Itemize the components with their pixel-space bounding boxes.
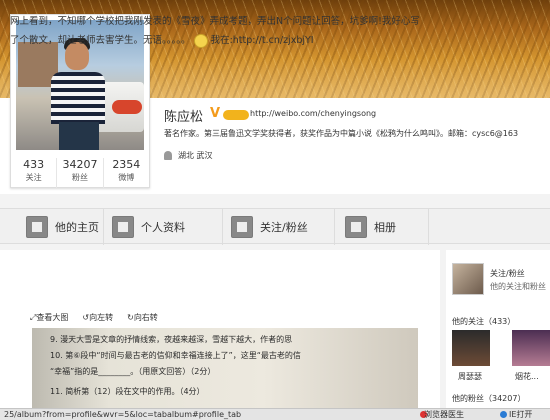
friend-name-2[interactable]: 烟花... [515,371,539,382]
stat-following-count[interactable]: 433 [11,158,56,172]
avatar-background-lifebuoy [112,100,142,114]
post-link-prefix: 我在: [210,35,233,46]
verified-v-icon[interactable]: V [210,106,220,121]
friend-avatar-1[interactable] [452,330,490,366]
stat-posts-label[interactable]: 微博 [104,172,149,184]
post-link[interactable]: http://t.cn/zjxbjYI [233,35,314,46]
stat-following[interactable]: 433 关注 [11,158,56,188]
stat-fans-label[interactable]: 粉丝 [57,172,102,184]
camera-icon [345,216,367,238]
exam-line-4: 11. 简析第（12）段在文中的作用。（4分） [50,387,205,396]
home-icon [26,216,48,238]
tab-profile-label: 个人资料 [141,221,185,234]
rotate-right-button[interactable]: ↻向右转 [127,312,158,323]
emoji-icon [193,33,208,48]
tab-album[interactable]: 相册 [335,209,429,245]
profile-location: 湖北 武汉 [164,150,213,161]
follow-icon [231,216,253,238]
post-image[interactable]: 9. 漫天大雪是文章的抒情线索，夜越来越深，雪越下越大，作者的思 10. 第⑥段… [32,328,418,408]
location-text: 湖北 武汉 [178,151,213,160]
fans-heading[interactable]: 他的粉丝（34207） [452,393,525,404]
rotate-left-label: 向左转 [89,312,114,322]
rotate-right-icon: ↻ [127,312,134,322]
rotate-left-button[interactable]: ↺向左转 [82,312,113,323]
stat-posts-count[interactable]: 2354 [104,158,149,172]
following-heading[interactable]: 他的关注（433） [452,316,515,327]
person-icon [112,216,134,238]
friend-name-1[interactable]: 周瑟瑟 [458,371,482,382]
profile-bio: 著名作家。第三届鲁迅文学奖获得者，获奖作品为中篇小说《松鸦为什么鸣叫》。邮箱：c… [164,129,519,138]
sidebar-card-subtitle: 他的关注和粉丝 [490,282,546,291]
tab-home-label: 他的主页 [55,221,99,234]
weibo-url-link[interactable]: http://weibo.com/chenyingsong [250,109,376,118]
zoom-label: 查看大图 [36,312,69,322]
tab-home[interactable]: 他的主页 [0,209,104,245]
avatar-person-shirt [51,72,105,124]
post-text: 网上看到，不知哪个学校把我刚发表的《雪夜》弄成考题，弄出N个问题让回答，坑爹啊!… [10,12,420,50]
ie-icon [500,411,507,418]
stat-fans-count[interactable]: 34207 [57,158,102,172]
exam-line-2: 10. 第⑥段中“时间与最古老的信仰和幸福连接上了”，这里“最古老的信 [50,351,301,360]
stat-following-label[interactable]: 关注 [11,172,56,184]
profile-name: 陈应松 [164,110,204,125]
browser-doctor-button[interactable]: 浏览器医生 [424,409,464,420]
stat-posts[interactable]: 2354 微博 [102,158,149,188]
exam-line-1: 9. 漫天大雪是文章的抒情线索，夜越来越深，雪越下越大，作者的思 [50,335,293,344]
tab-follow-label: 关注/粉丝 [260,221,308,234]
sidebar-card-title[interactable]: 关注/粉丝 [490,268,525,279]
profile-tab-bar: 他的主页 个人资料 关注/粉丝 相册 [0,208,550,245]
zoom-image-button[interactable]: ⤢查看大图 [30,312,68,323]
image-toolbar: ⤢查看大图 ↺向左转 ↻向右转 [30,309,420,325]
user-icon [164,151,172,160]
status-url: 25/album?from=profile&wvr=5&loc=tabalbum… [4,410,242,419]
rotate-right-label: 向右转 [133,312,158,322]
profile-stats: 433 关注 34207 粉丝 2354 微博 [11,158,149,188]
stat-fans[interactable]: 34207 粉丝 [56,158,102,188]
open-in-ie-button[interactable]: IE打开 [509,409,532,420]
friend-avatar-2[interactable] [512,330,550,366]
browser-status-bar: 25/album?from=profile&wvr=5&loc=tabalbum… [0,408,550,420]
tab-follow-fans[interactable]: 关注/粉丝 [223,209,335,245]
vip-badge-icon[interactable] [223,110,249,120]
sidebar-card-avatar[interactable] [452,263,484,295]
exam-line-3: “幸福”指的是________。（用原文回答）（2分） [50,367,216,376]
avatar-person-legs [59,122,99,150]
tab-album-label: 相册 [374,221,396,234]
tab-profile[interactable]: 个人资料 [104,209,223,245]
